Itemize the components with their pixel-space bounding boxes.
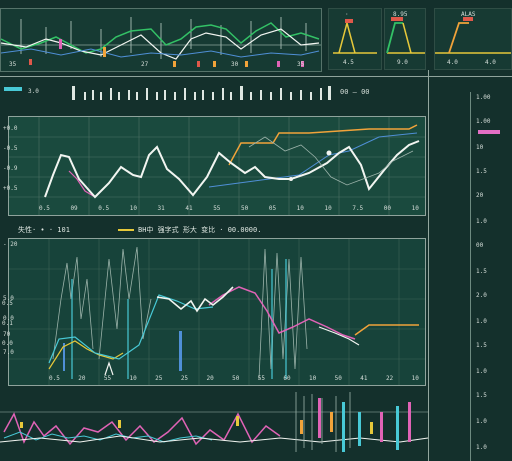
- top-strip-chart: 35 27 30 35: [0, 8, 322, 72]
- upper-x-6: 41: [185, 205, 193, 212]
- toolbar-right-text: 00 — 00: [340, 88, 370, 96]
- lower-chart-panel: - 20 5.0 0.0 70 7.0 0.5 20 55 10 25 25 2…: [3, 238, 426, 386]
- left-small-1: 0.5: [2, 300, 13, 307]
- mid-header-bar: [118, 229, 134, 231]
- lower-x-4: 10: [129, 375, 137, 382]
- toolbar-row: 3.0 00 — 00: [0, 84, 428, 102]
- toolbar-marker[interactable]: [4, 87, 22, 91]
- upper-x-14: 10: [411, 205, 419, 212]
- mini-chart-1-x1: 4.5: [343, 59, 354, 66]
- lower-x-15: 10: [411, 375, 419, 382]
- upper-x-9: 05: [268, 205, 277, 212]
- upper-x-12: 7.5: [352, 205, 364, 212]
- mini-chart-2-x1: 9.0: [397, 59, 408, 66]
- right-divider: [428, 70, 429, 461]
- lower-x-3: 55: [103, 375, 112, 382]
- top-strip-label-4: 35: [297, 61, 305, 68]
- top-strip-label-3: 30: [231, 61, 239, 68]
- bottom-oscillator-svg: [0, 392, 429, 452]
- right-label-6: 1.0: [476, 218, 487, 225]
- toolbar-bars: [72, 86, 331, 100]
- right-label-11: 1.5: [476, 342, 487, 349]
- mini-chart-2: 8.95 9.0: [384, 8, 426, 70]
- right-label-12: 1.0: [476, 368, 487, 375]
- upper-x-11: 10: [324, 205, 332, 212]
- right-label-15: 1.0: [476, 444, 487, 451]
- mid-header-right: BH中 强字式 形大 变比 · 00.0000.: [138, 226, 262, 234]
- top-strip-label-1: 35: [9, 61, 17, 68]
- top-strip-svg: [0, 17, 321, 67]
- mini-chart-1: · 4.5: [328, 8, 382, 70]
- right-axis-line: [470, 92, 471, 461]
- right-label-14: 1.0: [476, 418, 487, 425]
- toolbar-small-text: 3.0: [28, 88, 39, 95]
- upper-x-4: 10: [129, 205, 137, 212]
- right-label-2: 1.00: [476, 118, 491, 125]
- lower-x-11: 10: [309, 375, 317, 382]
- right-label-10: 1.0: [476, 318, 487, 325]
- upper-x-1: 0.5: [39, 205, 50, 212]
- upper-x-10: 10: [296, 205, 304, 212]
- left-small-2: 0.1: [2, 320, 13, 327]
- lower-x-9: 55: [257, 375, 265, 382]
- lower-x-7: 20: [206, 375, 214, 382]
- mini-chart-3-x2: 4.0: [485, 59, 496, 66]
- dashboard-root: 35 27 30 35 · 4.5 8.95 9.0 ALAS 4.0 4.0 …: [0, 0, 512, 461]
- right-label-1: 1.00: [476, 94, 491, 101]
- mini-chart-3-title: ALAS: [461, 11, 476, 18]
- lower-x-5: 25: [155, 375, 163, 382]
- lower-x-12: 50: [334, 375, 342, 382]
- mini-chart-1-svg: [333, 19, 377, 54]
- lower-x-6: 25: [180, 375, 189, 382]
- left-small-3: 0.0: [2, 340, 13, 347]
- top-strip-label-2: 27: [141, 61, 149, 68]
- lower-y-label-1: - 20: [3, 241, 18, 248]
- lower-x-10: 60: [283, 375, 291, 382]
- right-label-13: 1.5: [476, 392, 487, 399]
- mid-header-left: 失性· • · 101: [18, 226, 70, 234]
- upper-chart-panel: +0.0 -0.5 -0.9 +0.5 0.5 09 0.5 10 31 41 …: [3, 116, 426, 216]
- upper-y-label-4: +0.5: [3, 185, 18, 192]
- upper-y-label-2: -0.5: [3, 145, 18, 152]
- upper-x-5: 31: [157, 205, 165, 212]
- upper-x-7: 55: [213, 205, 221, 212]
- lower-x-axis: 0.5 20 55 10 25 25 20 50 55 60 10 50 41 …: [49, 375, 419, 383]
- mid-header: 失性· • · 101 BH中 强字式 形大 变比 · 00.0000.: [0, 224, 428, 236]
- header-divider: [0, 76, 512, 77]
- right-label-7: 00: [476, 242, 484, 249]
- lower-x-8: 50: [232, 375, 240, 382]
- lower-y-label-4: 70: [3, 331, 11, 338]
- upper-x-13: 00: [383, 205, 391, 212]
- right-axis: 1.00 1.00 10 1.5 20 1.0 00 1.5 2.0 1.0 1…: [470, 92, 512, 461]
- mini-chart-3: ALAS 4.0 4.0: [434, 8, 512, 70]
- lower-chart-svg: [9, 239, 425, 385]
- upper-x-axis: 0.5 09 0.5 10 31 41 55 50 05 10 10 7.5 0…: [39, 205, 419, 213]
- lower-x-14: 22: [385, 375, 394, 382]
- right-label-9: 2.0: [476, 292, 487, 299]
- mini-chart-1-title: ·: [345, 11, 349, 18]
- mini-chart-3-x1: 4.0: [447, 59, 458, 66]
- upper-x-3: 0.5: [98, 205, 110, 212]
- upper-x-2: 09: [70, 205, 78, 212]
- right-label-8: 1.5: [476, 268, 487, 275]
- right-badge[interactable]: [478, 130, 500, 134]
- lower-x-13: 41: [360, 375, 368, 382]
- right-label-3: 10: [476, 144, 484, 151]
- lower-y-label-5: 7.0: [3, 349, 14, 356]
- mini-chart-2-title: 8.95: [393, 11, 408, 18]
- lower-x-2: 20: [78, 375, 86, 382]
- upper-chart-svg: [9, 117, 425, 215]
- right-label-4: 1.5: [476, 168, 487, 175]
- lower-x-1: 0.5: [49, 375, 60, 382]
- upper-y-label-1: +0.0: [3, 125, 18, 132]
- upper-x-8: 50: [241, 205, 249, 212]
- upper-y-label-3: -0.9: [3, 165, 18, 172]
- right-label-5: 20: [476, 192, 484, 199]
- bottom-oscillator: [0, 392, 429, 461]
